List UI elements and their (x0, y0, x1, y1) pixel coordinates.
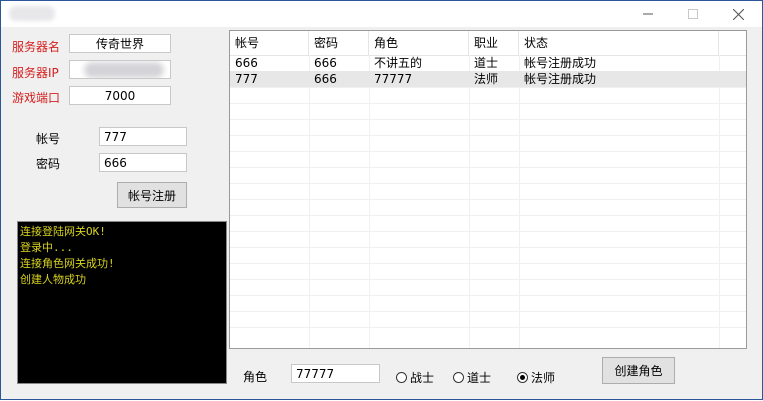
password-label: 密码 (36, 157, 61, 171)
create-role-button[interactable]: 创建角色 (602, 357, 675, 384)
column-header-status[interactable]: 状态 (519, 31, 719, 55)
account-field[interactable]: 777 (99, 127, 187, 146)
radio-warrior[interactable]: 战士 (396, 369, 434, 386)
cell-class: 道士 (474, 56, 499, 70)
game-port-field[interactable]: 7000 (69, 86, 171, 105)
game-port-label: 游戏端口 (12, 91, 61, 105)
close-icon (732, 8, 744, 20)
cell-account: 777 (235, 72, 258, 86)
redacted-ip (84, 62, 164, 78)
server-ip-label: 服务器IP (12, 66, 59, 80)
cell-account: 666 (235, 56, 258, 70)
cell-class: 法师 (474, 72, 499, 86)
radio-mage[interactable]: 法师 (517, 369, 555, 386)
maximize-button[interactable] (670, 1, 716, 27)
password-field[interactable]: 666 (99, 153, 187, 172)
column-header-class[interactable]: 职业 (469, 31, 519, 55)
column-header-account[interactable]: 帐号 (230, 31, 309, 55)
cell-password: 666 (314, 72, 337, 86)
title-bar (1, 0, 762, 27)
app-window: 服务器名 传奇世界 服务器IP 游戏端口 7000 帐号 777 密码 666 … (0, 0, 763, 400)
table-row[interactable]: 777 666 77777 法师 帐号注册成功 (230, 71, 746, 87)
column-header-password[interactable]: 密码 (309, 31, 369, 55)
table-header: 帐号 密码 角色 职业 状态 (230, 31, 746, 56)
radio-dot (396, 372, 407, 383)
minimize-button[interactable] (625, 1, 671, 27)
table-row[interactable]: 666 666 不讲五的 道士 帐号注册成功 (230, 55, 746, 71)
account-label: 帐号 (36, 132, 61, 146)
server-name-label: 服务器名 (12, 40, 61, 54)
radio-label-warrior: 战士 (410, 371, 435, 385)
close-button[interactable] (715, 1, 761, 27)
cell-password: 666 (314, 56, 337, 70)
cell-status: 帐号注册成功 (524, 72, 597, 86)
radio-dot (453, 372, 464, 383)
radio-dot-selected (517, 372, 528, 383)
radio-label-taoist: 道士 (467, 371, 492, 385)
account-list-table[interactable]: 帐号 密码 角色 职业 状态 666 666 不讲五的 道士 帐号注册成功 77… (229, 30, 747, 349)
maximize-icon (688, 9, 698, 19)
log-line: 创建人物成功 (20, 273, 86, 286)
cell-role: 不讲五的 (374, 56, 423, 70)
column-header-role[interactable]: 角色 (369, 31, 469, 55)
radio-taoist[interactable]: 道士 (453, 369, 491, 386)
register-account-button[interactable]: 帐号注册 (117, 182, 187, 208)
server-ip-field[interactable] (69, 60, 171, 79)
blurred-window-title (9, 6, 55, 21)
cell-role: 77777 (374, 72, 413, 86)
role-name-field[interactable]: 77777 (291, 364, 380, 383)
log-line: 连接登陆网关OK! (20, 225, 106, 238)
log-line: 登录中... (20, 241, 73, 254)
radio-label-mage: 法师 (531, 371, 556, 385)
minimize-icon (643, 13, 653, 15)
role-label: 角色 (243, 370, 268, 384)
log-line: 连接角色网关成功! (20, 257, 115, 270)
server-name-field[interactable]: 传奇世界 (69, 34, 171, 53)
log-console: 连接登陆网关OK! 登录中... 连接角色网关成功! 创建人物成功 (17, 221, 227, 384)
cell-status: 帐号注册成功 (524, 56, 597, 70)
